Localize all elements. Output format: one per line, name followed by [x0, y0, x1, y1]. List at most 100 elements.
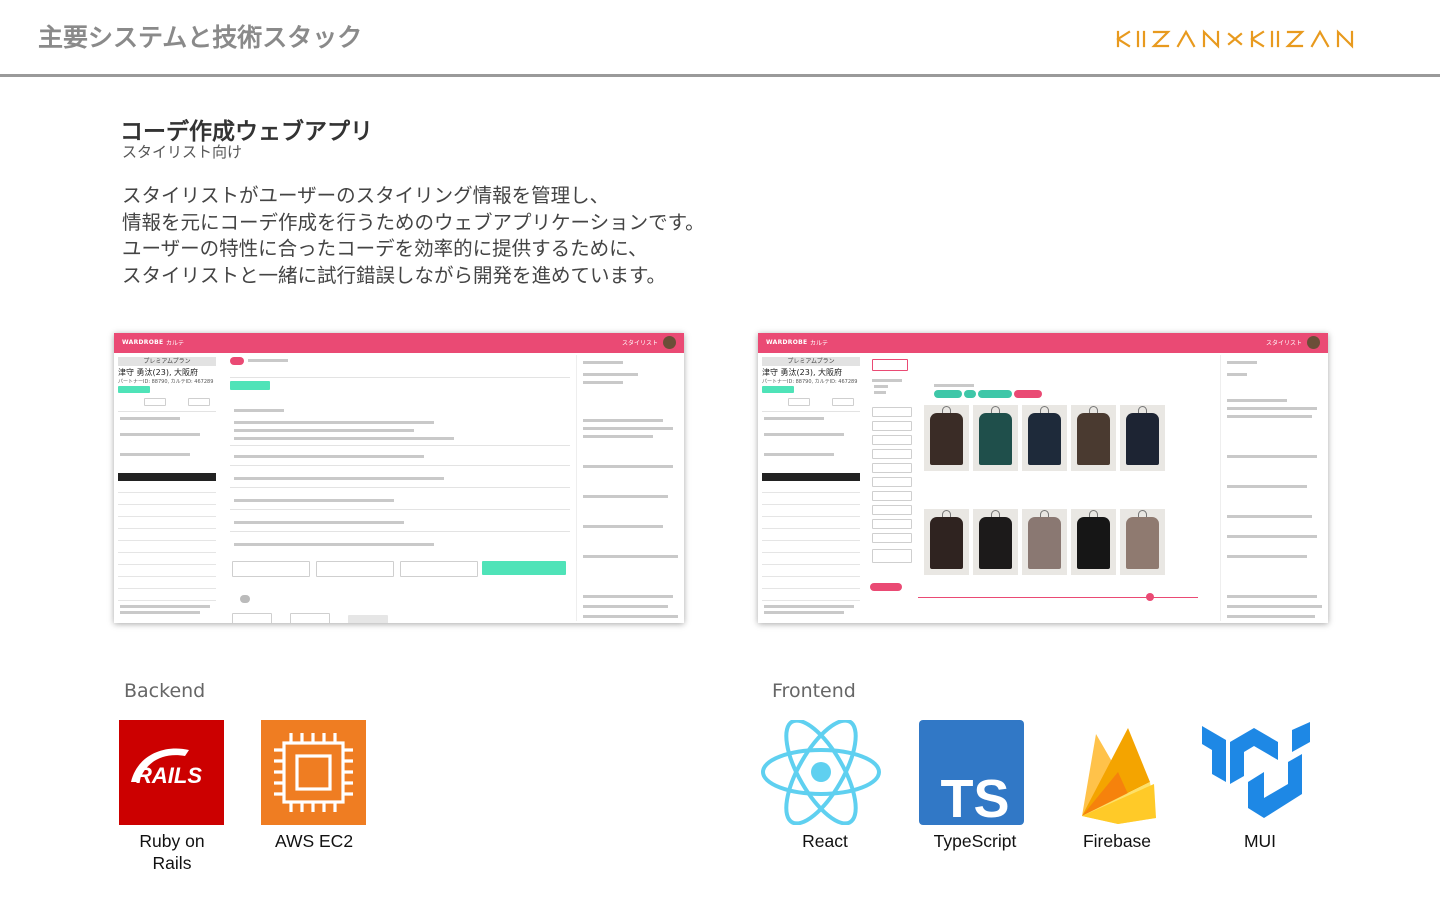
table-row [762, 591, 860, 601]
checkbox [240, 595, 250, 603]
filter-select [872, 505, 912, 515]
plan-badge: プレミアムプラン [118, 357, 216, 366]
item-thumbnail [1120, 509, 1165, 575]
filter-chip [934, 390, 962, 398]
table-row [762, 579, 860, 589]
filter-select [872, 449, 912, 459]
divider [230, 487, 570, 488]
text-line [1227, 415, 1312, 418]
divider [230, 445, 570, 446]
rails-label-line: Ruby on [139, 831, 205, 851]
section-description: スタイリストがユーザーのスタイリング情報を管理し、 情報を元にコーデ作成を行うた… [122, 183, 762, 289]
text-line [234, 409, 284, 412]
item-thumbnail [973, 509, 1018, 575]
rails-label: Ruby on Rails [102, 830, 242, 874]
table-row [762, 483, 860, 493]
clear-filter-button [1014, 390, 1042, 398]
typescript-label: TypeScript [933, 831, 1017, 851]
hanger-icon [942, 510, 951, 517]
description-line: ユーザーの特性に合ったコーデを効率的に提供するために、 [122, 237, 648, 260]
divider [118, 411, 216, 412]
app-screenshot-item-list: WARDROBE カルテ スタイリスト プレミアムプラン 津守 勇汰(23), … [758, 333, 1328, 623]
app-brand: WARDROBE [766, 339, 808, 346]
table-row [118, 555, 216, 565]
typescript-logo-icon: TS [919, 720, 1024, 829]
text-line [234, 455, 424, 458]
text-line [764, 605, 854, 608]
text-line [1227, 399, 1287, 402]
mini-input [188, 398, 210, 406]
form-field [316, 561, 394, 577]
search-input [872, 549, 912, 563]
mini-input [788, 398, 810, 406]
filter-select [872, 477, 912, 487]
form-field [400, 561, 478, 577]
table-row [762, 507, 860, 517]
description-line: 情報を元にコーデ作成を行うためのウェブアプリケーションです。 [122, 210, 705, 234]
table-row [118, 567, 216, 577]
text-line [583, 361, 623, 364]
slider-track [918, 597, 1198, 598]
text-line [764, 417, 824, 420]
mini-input [832, 398, 854, 406]
react-logo-icon [760, 718, 882, 826]
text-line [764, 433, 844, 436]
garment-image [1028, 517, 1061, 569]
garment-image [930, 517, 963, 569]
text-line [583, 419, 663, 422]
text-line [583, 381, 623, 384]
customer-panel: プレミアムプラン 津守 勇汰(23), 大阪府 パートナーID: 88790, … [114, 355, 219, 621]
hanger-icon [991, 406, 1000, 413]
hanger-icon [1089, 510, 1098, 517]
text-line [764, 611, 844, 614]
item-thumbnail [1071, 509, 1116, 575]
karte-sidebar [576, 355, 684, 621]
table-row [118, 519, 216, 529]
mini-action-button [118, 386, 150, 393]
table-row [118, 591, 216, 601]
hanger-icon [942, 406, 951, 413]
karte-sidebar [1220, 355, 1328, 621]
text-line [1227, 595, 1317, 598]
text-line [120, 433, 200, 436]
section-subtitle: スタイリスト向け [122, 143, 243, 161]
app-header-bar: WARDROBE カルテ スタイリスト [758, 333, 1328, 353]
ts-logo-text: TS [940, 769, 1009, 825]
react-label: React [802, 831, 848, 851]
hanger-icon [1040, 510, 1049, 517]
text-line [248, 359, 288, 362]
text-line [583, 427, 673, 430]
divider [230, 531, 570, 532]
item-thumbnail [1022, 509, 1067, 575]
text-line [120, 453, 190, 456]
description-line: スタイリストと一緒に試行錯誤しながら開発を進めています。 [122, 263, 667, 287]
category-select [872, 359, 908, 371]
text-line [1227, 605, 1322, 608]
customer-panel: プレミアムプラン 津守 勇汰(23), 大阪府 パートナーID: 88790, … [758, 355, 863, 621]
table-row [118, 495, 216, 505]
text-line [120, 417, 180, 420]
text-line [583, 595, 673, 598]
text-line [1227, 361, 1257, 364]
size-table-header [762, 473, 860, 481]
form-field [232, 561, 310, 577]
slider-handle [1146, 593, 1154, 601]
garment-image [1126, 517, 1159, 569]
text-line [583, 373, 638, 376]
filter-select [872, 435, 912, 445]
divider [762, 411, 860, 412]
filter-select [872, 407, 912, 417]
app-nav-karte: カルテ [810, 340, 829, 347]
frontend-heading: Frontend [772, 680, 856, 702]
garment-image [1077, 517, 1110, 569]
text-line [1227, 455, 1317, 458]
app-header-bar: WARDROBE カルテ スタイリスト [114, 333, 684, 353]
table-row [118, 543, 216, 553]
customer-id: パートナーID: 88790, カルテID: 467289 [118, 379, 214, 385]
toggle-switch [230, 357, 244, 365]
add-item-button [870, 583, 902, 591]
app-nav-karte: カルテ [166, 340, 185, 347]
customer-name: 津守 勇汰(23), 大阪府 [118, 368, 199, 377]
divider [230, 509, 570, 510]
disabled-button [348, 615, 388, 623]
